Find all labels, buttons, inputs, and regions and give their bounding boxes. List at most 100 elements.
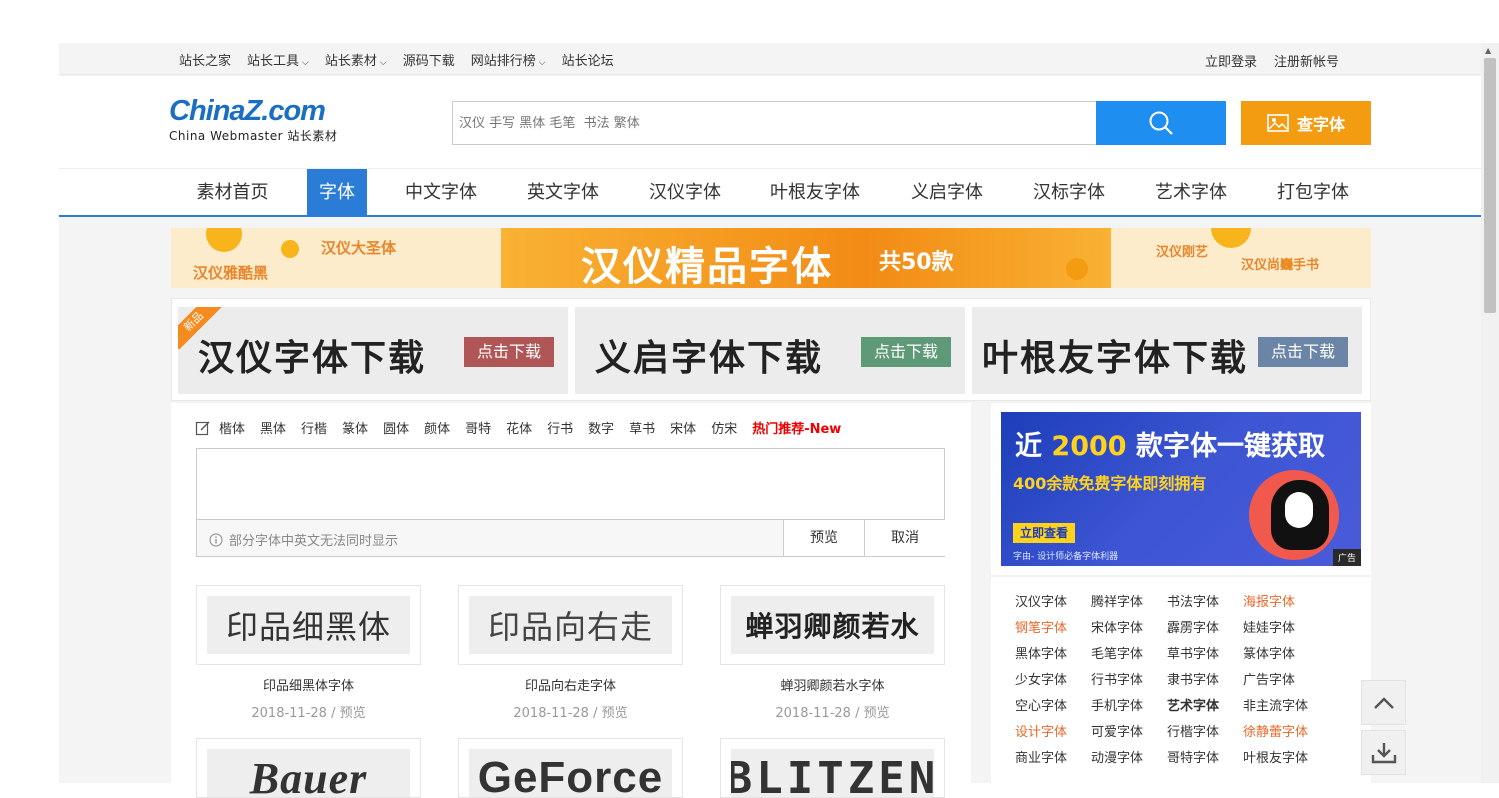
font-tag-link[interactable]: 海报字体 (1243, 590, 1319, 616)
font-preview-link[interactable]: 预览 (864, 706, 890, 721)
font-tag-link[interactable]: 毛笔字体 (1091, 642, 1167, 668)
top-link-forum[interactable]: 站长论坛 (562, 50, 614, 69)
font-preview-link[interactable]: 预览 (340, 706, 366, 721)
font-tag-link[interactable]: 徐静蕾字体 (1243, 720, 1319, 746)
nav-item-yiqi[interactable]: 义启字体 (903, 169, 991, 216)
category-link[interactable]: 草书 (629, 418, 655, 437)
download-float-button[interactable] (1361, 730, 1406, 775)
download-button[interactable]: 点击下载 (861, 337, 951, 367)
category-link[interactable]: 哥特 (465, 418, 491, 437)
font-name[interactable]: 蝉羽卿颜若水字体 (720, 675, 945, 694)
font-tag-link[interactable]: 可爱字体 (1091, 720, 1167, 746)
search-button[interactable] (1096, 101, 1226, 145)
category-link[interactable]: 数字 (588, 418, 614, 437)
font-tag-link[interactable]: 钢笔字体 (1015, 616, 1091, 642)
top-link-source[interactable]: 源码下载 (403, 50, 455, 69)
font-tag-link[interactable]: 广告字体 (1243, 668, 1319, 694)
font-card[interactable]: BLITZEN (720, 738, 945, 798)
font-tag-link[interactable]: 商业字体 (1015, 746, 1091, 772)
register-link[interactable]: 注册新帐号 (1274, 51, 1339, 70)
preview-button[interactable]: 预览 (783, 520, 864, 556)
font-card[interactable]: 印品向右走 印品向右走字体 2018-11-28 / 预览 (458, 585, 683, 721)
category-link[interactable]: 篆体 (342, 418, 368, 437)
font-tag-link[interactable]: 书法字体 (1167, 590, 1243, 616)
category-link[interactable]: 花体 (506, 418, 532, 437)
nav-item-chinese[interactable]: 中文字体 (397, 169, 485, 216)
category-link[interactable]: 行楷 (301, 418, 327, 437)
category-link[interactable]: 仿宋 (711, 418, 737, 437)
top-link-home[interactable]: 站长之家 (179, 50, 231, 69)
font-sample[interactable]: GeForce (458, 738, 683, 798)
font-tag-link[interactable]: 腾祥字体 (1091, 590, 1167, 616)
nav-item-art[interactable]: 艺术字体 (1147, 169, 1235, 216)
hanyi-download-banner[interactable]: 新品 汉仪字体下载 点击下载 (178, 307, 568, 394)
category-link[interactable]: 黑体 (260, 418, 286, 437)
top-link-rank[interactable]: 网站排行榜 ⌵ (471, 50, 546, 69)
font-sample[interactable]: 印品向右走 (458, 585, 683, 665)
top-link-tools[interactable]: 站长工具 ⌵ (247, 50, 309, 69)
font-tag-link[interactable]: 汉仪字体 (1015, 590, 1091, 616)
font-sample[interactable]: Bauer (196, 738, 421, 798)
nav-item-home[interactable]: 素材首页 (185, 169, 280, 216)
font-tag-link[interactable]: 非主流字体 (1243, 694, 1319, 720)
font-tag-link[interactable]: 隶书字体 (1167, 668, 1243, 694)
font-sample[interactable]: 蝉羽卿颜若水 (720, 585, 945, 665)
nav-item-pack[interactable]: 打包字体 (1269, 169, 1357, 216)
font-sample[interactable]: BLITZEN (720, 738, 945, 798)
scroll-up-icon[interactable]: ▲ (1485, 46, 1491, 55)
query-font-button[interactable]: 查字体 (1241, 101, 1371, 145)
font-tag-link[interactable]: 少女字体 (1015, 668, 1091, 694)
nav-item-font[interactable]: 字体 (307, 169, 367, 216)
scrollbar-thumb[interactable] (1484, 58, 1496, 313)
font-tag-link[interactable]: 草书字体 (1167, 642, 1243, 668)
download-button[interactable]: 点击下载 (1258, 337, 1348, 367)
download-button[interactable]: 点击下载 (464, 337, 554, 367)
back-to-top-button[interactable] (1361, 680, 1406, 725)
nav-item-english[interactable]: 英文字体 (519, 169, 607, 216)
font-name[interactable]: 印品细黑体字体 (196, 675, 421, 694)
yegenyou-download-banner[interactable]: 叶根友字体下载 点击下载 (972, 307, 1362, 394)
font-card[interactable]: 蝉羽卿颜若水 蝉羽卿颜若水字体 2018-11-28 / 预览 (720, 585, 945, 721)
ad-banner[interactable]: 近 2000 款字体一键获取 400余款免费字体即刻拥有 立即查看 字由- 设计… (1001, 412, 1361, 566)
scrollbar[interactable]: ▲ (1481, 43, 1499, 783)
nav-item-hanbiao[interactable]: 汉标字体 (1025, 169, 1113, 216)
search-input[interactable] (453, 102, 1093, 144)
category-link[interactable]: 圆体 (383, 418, 409, 437)
nav-item-hanyi[interactable]: 汉仪字体 (641, 169, 729, 216)
ad-cta-button[interactable]: 立即查看 (1013, 523, 1075, 543)
font-name[interactable]: 印品向右走字体 (458, 675, 683, 694)
yiqi-download-banner[interactable]: 义启字体下载 点击下载 (575, 307, 965, 394)
font-tag-link[interactable]: 篆体字体 (1243, 642, 1319, 668)
nav-item-yegenyou[interactable]: 叶根友字体 (762, 169, 868, 216)
cancel-button[interactable]: 取消 (864, 520, 945, 556)
category-link[interactable]: 颜体 (424, 418, 450, 437)
font-sample[interactable]: 印品细黑体 (196, 585, 421, 665)
font-tag-link[interactable]: 行楷字体 (1167, 720, 1243, 746)
font-card[interactable]: GeForce (458, 738, 683, 798)
font-tag-link[interactable]: 设计字体 (1015, 720, 1091, 746)
font-tag-link[interactable]: 宋体字体 (1091, 616, 1167, 642)
font-tag-link[interactable]: 行书字体 (1091, 668, 1167, 694)
font-preview-link[interactable]: 预览 (602, 706, 628, 721)
hot-recommend-link[interactable]: 热门推荐-New (752, 418, 841, 437)
preview-controls: 部分字体中英文无法同时显示 预览 取消 (196, 520, 945, 557)
category-link[interactable]: 楷体 (219, 418, 245, 437)
hanyi-banner[interactable]: 汉仪大圣体 汉仪雅酷黑 汉仪精品字体 共50款 汉仪刚艺 汉仪尚巍手书 (171, 228, 1371, 288)
font-tag-link[interactable]: 动漫字体 (1091, 746, 1167, 772)
font-tag-link[interactable]: 手机字体 (1091, 694, 1167, 720)
font-tag-link[interactable]: 哥特字体 (1167, 746, 1243, 772)
font-tag-link[interactable]: 空心字体 (1015, 694, 1091, 720)
font-tag-link[interactable]: 霹雳字体 (1167, 616, 1243, 642)
font-tag-link[interactable]: 黑体字体 (1015, 642, 1091, 668)
font-tag-link[interactable]: 娃娃字体 (1243, 616, 1319, 642)
font-tag-link[interactable]: 艺术字体 (1167, 694, 1243, 720)
login-link[interactable]: 立即登录 (1205, 51, 1257, 70)
font-card[interactable]: Bauer (196, 738, 421, 798)
font-card[interactable]: 印品细黑体 印品细黑体字体 2018-11-28 / 预览 (196, 585, 421, 721)
site-logo[interactable]: ChinaZ.com China Webmaster 站长素材 (169, 96, 369, 146)
font-tag-link[interactable]: 叶根友字体 (1243, 746, 1319, 772)
category-link[interactable]: 宋体 (670, 418, 696, 437)
preview-text-input[interactable] (196, 448, 945, 520)
top-link-materials[interactable]: 站长素材 ⌵ (325, 50, 387, 69)
category-link[interactable]: 行书 (547, 418, 573, 437)
